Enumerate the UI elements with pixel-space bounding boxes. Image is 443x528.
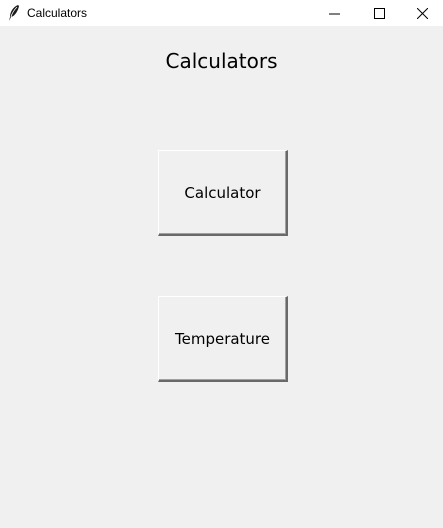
window-title: Calculators xyxy=(27,6,88,20)
close-button[interactable] xyxy=(401,0,443,26)
main-content: Calculators Calculator Temperature xyxy=(0,26,443,528)
calculator-button[interactable]: Calculator xyxy=(158,150,288,236)
page-title: Calculators xyxy=(165,49,278,73)
minimize-button[interactable] xyxy=(312,0,356,26)
maximize-button[interactable] xyxy=(357,0,401,26)
temperature-button[interactable]: Temperature xyxy=(158,296,288,382)
feather-icon xyxy=(7,4,21,22)
minimize-icon xyxy=(328,8,340,19)
close-icon xyxy=(416,7,428,19)
maximize-icon xyxy=(373,7,385,19)
title-bar[interactable]: Calculators xyxy=(0,0,443,26)
